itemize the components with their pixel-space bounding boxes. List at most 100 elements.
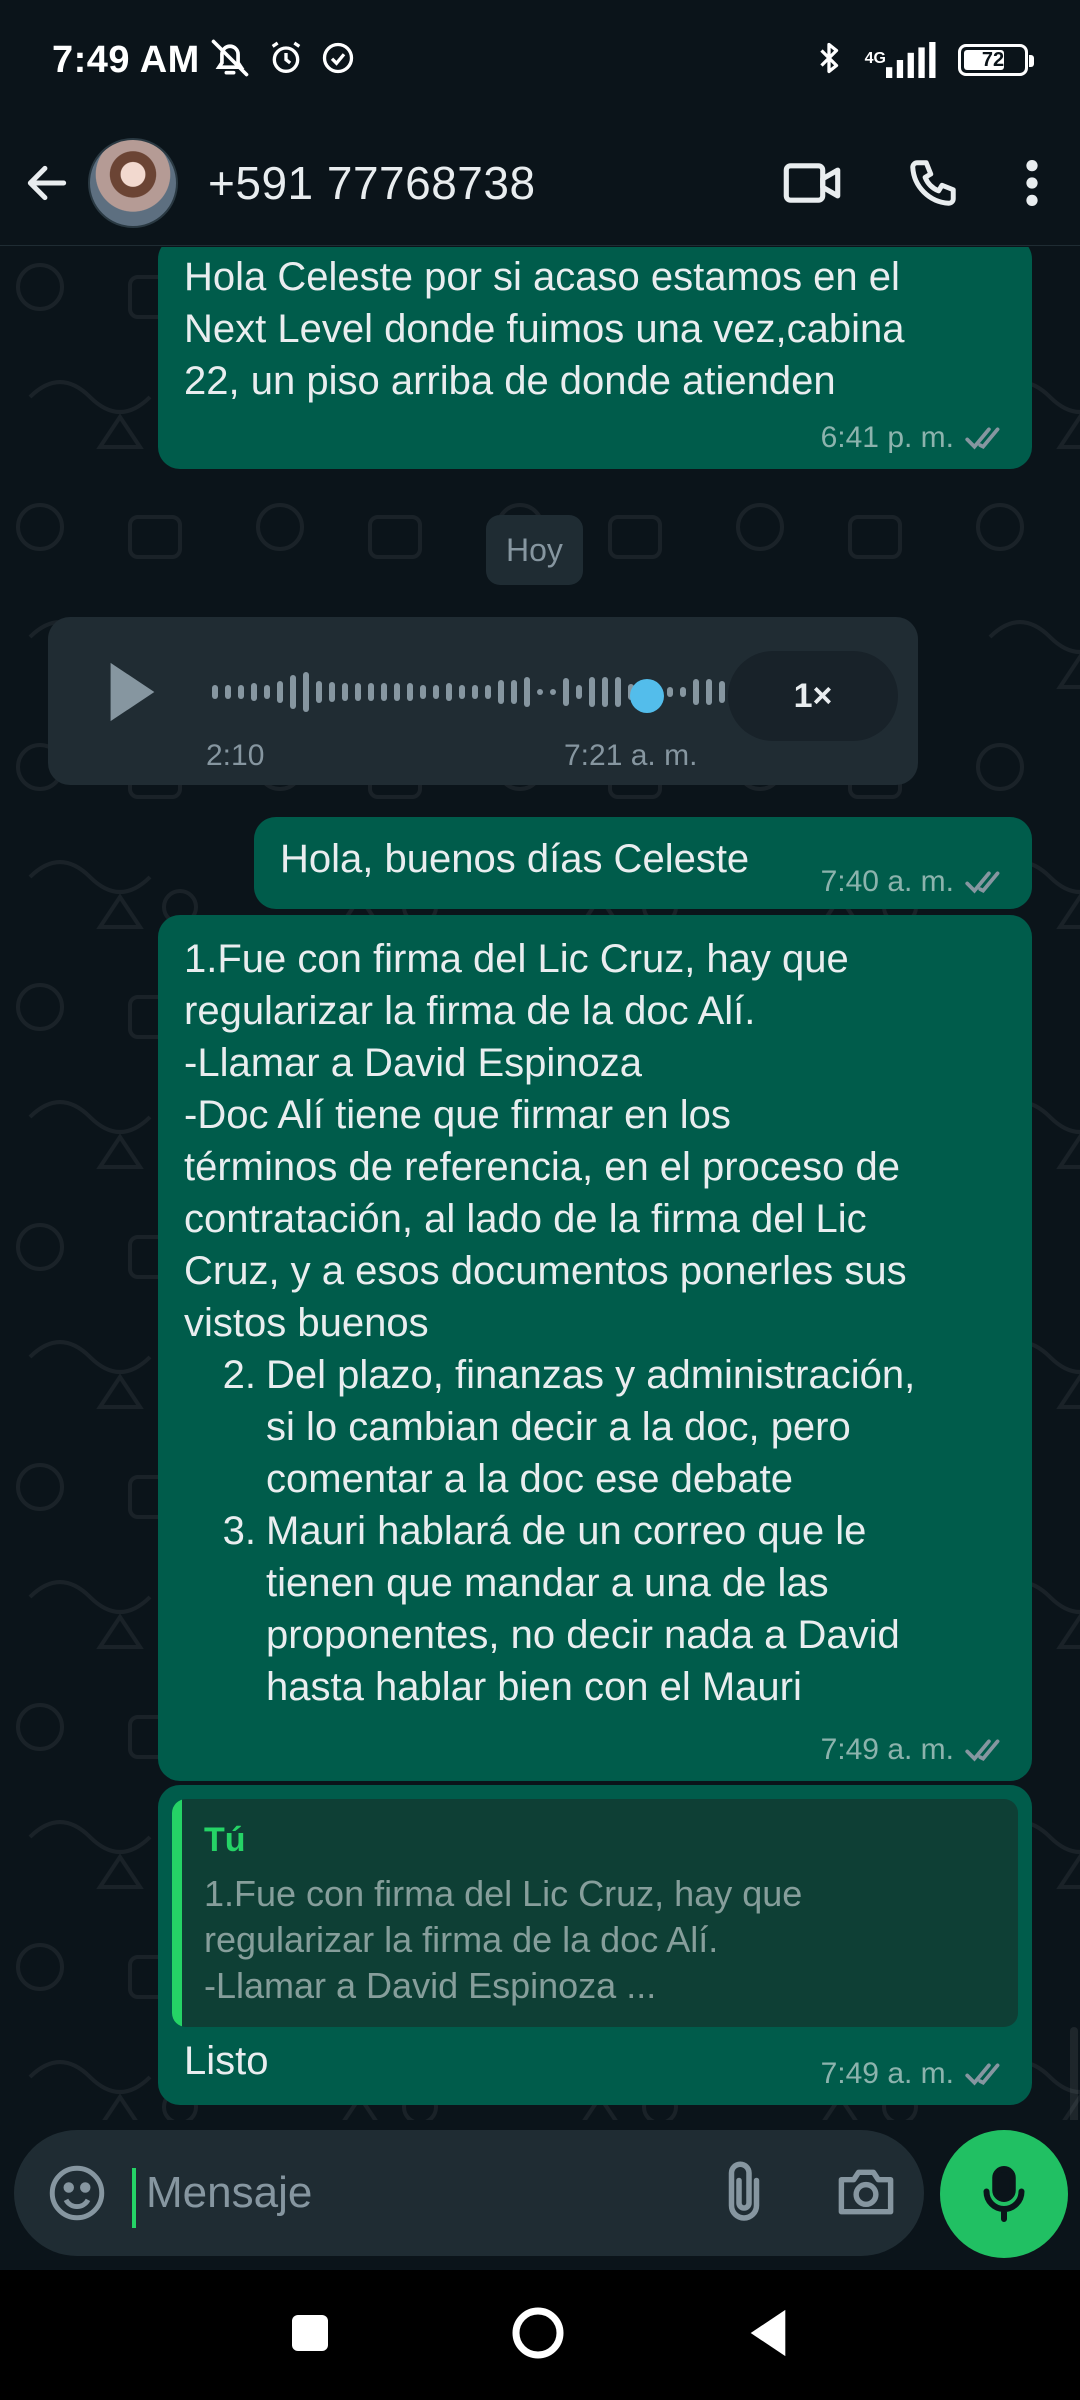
chat-header: +591 77768738 bbox=[0, 120, 1080, 246]
arrow-left-icon bbox=[27, 165, 67, 200]
waveform-bar bbox=[498, 680, 504, 704]
list-item-text: Del plazo, finanzas y administración, si… bbox=[266, 1353, 916, 1501]
alarm-icon bbox=[266, 38, 306, 83]
waveform-bar bbox=[602, 677, 608, 707]
list-item: 3. Mauri hablará de un correo que le tie… bbox=[184, 1505, 1012, 1713]
list-number: 3. bbox=[222, 1509, 256, 1553]
attach-button[interactable] bbox=[714, 2158, 774, 2233]
message-time: 7:49 a. m. bbox=[820, 2057, 954, 2090]
date-divider: Hoy bbox=[486, 515, 583, 585]
waveform-bar bbox=[342, 683, 348, 701]
list-item: 2. Del plazo, finanzas y administración,… bbox=[184, 1349, 1012, 1505]
waveform-bar bbox=[511, 680, 517, 704]
waveform-bar bbox=[537, 689, 543, 695]
status-time: 7:49 AM bbox=[52, 38, 200, 81]
waveform-bar bbox=[277, 681, 283, 703]
double-check-icon bbox=[964, 1737, 1008, 1763]
waveform-bar bbox=[264, 685, 270, 699]
message-meta: 6:41 p. m. bbox=[821, 421, 1008, 455]
waveform-bar bbox=[251, 683, 257, 701]
playback-speed-button[interactable]: 1× bbox=[728, 651, 898, 741]
voice-record-button[interactable] bbox=[940, 2130, 1068, 2258]
waveform-bar bbox=[225, 685, 231, 699]
waveform-bar bbox=[446, 683, 452, 701]
waveform-bar bbox=[368, 683, 374, 701]
waveform-bar bbox=[355, 683, 361, 701]
waveform-bar bbox=[459, 685, 465, 699]
contact-avatar[interactable] bbox=[88, 137, 178, 228]
message-text: 1.Fue con firma del Lic Cruz, hay que re… bbox=[184, 937, 907, 1345]
status-bar: 7:49 AM 4G 72 bbox=[0, 0, 1080, 120]
waveform-bar bbox=[706, 679, 712, 705]
play-button[interactable] bbox=[100, 657, 162, 732]
waveform-bar bbox=[290, 675, 296, 709]
audio-waveform[interactable] bbox=[212, 667, 752, 717]
voice-call-button[interactable] bbox=[906, 156, 960, 210]
more-options-button[interactable] bbox=[1024, 157, 1040, 209]
message-time: 7:40 a. m. bbox=[820, 865, 954, 898]
quote-author: Tú bbox=[204, 1821, 246, 1859]
composer-bar bbox=[0, 2120, 1080, 2270]
emoji-button[interactable] bbox=[44, 2160, 110, 2231]
quote-accent-bar bbox=[172, 1799, 182, 2027]
list-number: 2. bbox=[222, 1353, 256, 1397]
circle-icon bbox=[512, 2307, 564, 2358]
waveform-bar bbox=[329, 682, 335, 702]
video-call-button[interactable] bbox=[782, 157, 842, 209]
voice-message[interactable]: 1× 2:10 7:21 a. m. bbox=[48, 617, 918, 785]
waveform-bar bbox=[563, 678, 569, 706]
battery-level: 72 bbox=[981, 48, 1005, 71]
message-meta: 7:49 a. m. bbox=[821, 1733, 1008, 1767]
audio-progress-handle[interactable] bbox=[630, 679, 664, 713]
video-call-icon bbox=[783, 162, 841, 203]
square-icon bbox=[292, 2314, 328, 2351]
triangle-back-icon bbox=[750, 2309, 786, 2356]
outgoing-message[interactable]: Tú 1.Fue con firma del Lic Cruz, hay que… bbox=[158, 1785, 1032, 2105]
waveform-bar bbox=[316, 681, 322, 703]
contact-name[interactable]: +591 77768738 bbox=[208, 156, 536, 210]
camera-button[interactable] bbox=[834, 2162, 898, 2227]
quoted-message[interactable]: Tú 1.Fue con firma del Lic Cruz, hay que… bbox=[172, 1799, 1018, 2027]
audio-duration: 2:10 bbox=[206, 739, 265, 772]
bluetooth-icon bbox=[811, 38, 847, 83]
system-navigation-bar bbox=[0, 2270, 1080, 2400]
home-button[interactable] bbox=[510, 2305, 566, 2366]
emoji-icon bbox=[49, 2165, 105, 2221]
chat-area[interactable]: Hola Celeste por si acaso estamos en el … bbox=[0, 247, 1080, 2120]
message-meta: 7:49 a. m. bbox=[821, 2057, 1008, 2091]
message-time: 6:41 p. m. bbox=[820, 421, 954, 454]
waveform-bar bbox=[550, 689, 556, 695]
signal-icon: 4G bbox=[865, 42, 940, 78]
waveform-bar bbox=[394, 683, 400, 701]
waveform-bar bbox=[719, 681, 725, 703]
message-text: Hola Celeste por si acaso estamos en el … bbox=[184, 255, 905, 403]
waveform-bar bbox=[472, 685, 478, 699]
message-input[interactable] bbox=[146, 2156, 676, 2230]
waveform-bar bbox=[576, 685, 582, 699]
message-text: Listo bbox=[184, 2039, 269, 2083]
message-text: Hola, buenos días Celeste bbox=[280, 837, 750, 881]
network-type: 4G bbox=[864, 50, 886, 67]
check-circle-icon bbox=[320, 40, 356, 81]
back-button[interactable] bbox=[18, 154, 76, 212]
quote-text: 1.Fue con firma del Lic Cruz, hay que re… bbox=[204, 1873, 803, 2006]
outgoing-message[interactable]: Hola Celeste por si acaso estamos en el … bbox=[158, 247, 1032, 469]
back-nav-button[interactable] bbox=[746, 2308, 790, 2363]
scrollbar[interactable] bbox=[1070, 2027, 1078, 2120]
outgoing-message[interactable]: Hola, buenos días Celeste 7:40 a. m. bbox=[254, 817, 1032, 909]
message-time: 7:21 a. m. bbox=[564, 739, 698, 772]
waveform-bar bbox=[615, 677, 621, 707]
waveform-bar bbox=[238, 685, 244, 699]
battery-icon: 72 bbox=[958, 44, 1034, 76]
paperclip-icon bbox=[728, 2161, 760, 2221]
waveform-bar bbox=[420, 685, 426, 699]
list-item-text: Mauri hablará de un correo que le tienen… bbox=[266, 1509, 900, 1709]
recents-button[interactable] bbox=[290, 2313, 330, 2358]
waveform-bar bbox=[667, 687, 673, 697]
waveform-bar bbox=[485, 685, 491, 699]
microphone-icon bbox=[983, 2166, 1025, 2222]
more-options-icon bbox=[1026, 159, 1038, 206]
outgoing-message[interactable]: 1.Fue con firma del Lic Cruz, hay que re… bbox=[158, 915, 1032, 1781]
waveform-bar bbox=[680, 687, 686, 697]
voice-call-icon bbox=[910, 159, 956, 206]
